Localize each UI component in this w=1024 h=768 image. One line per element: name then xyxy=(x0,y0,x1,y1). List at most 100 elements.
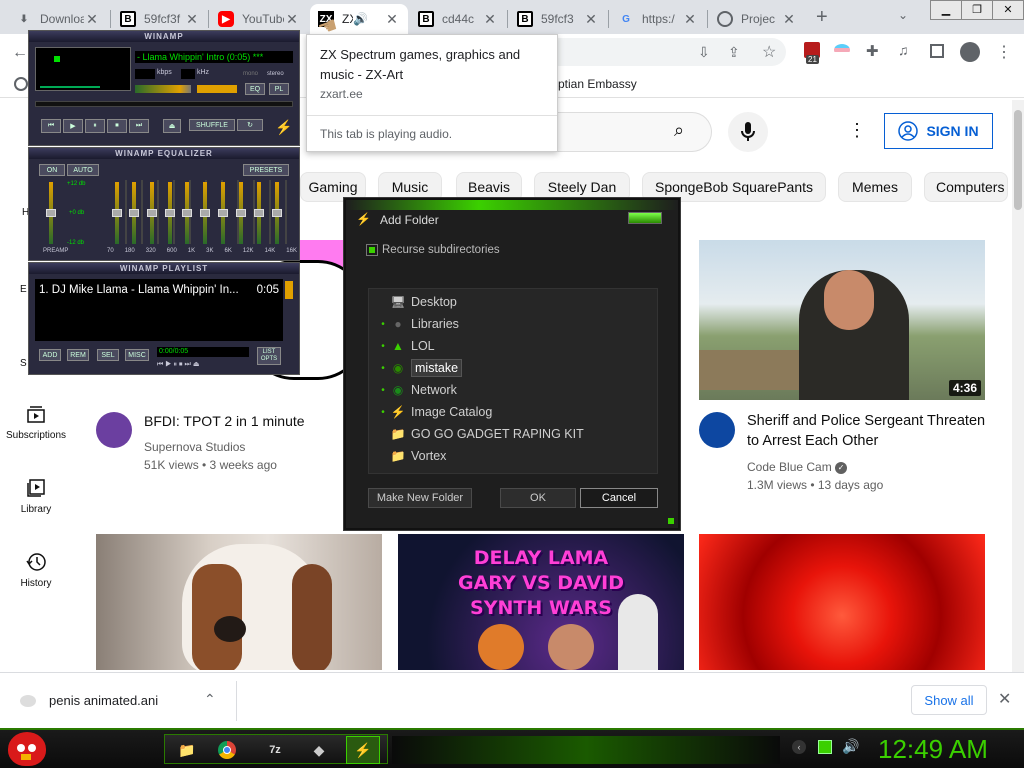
make-new-folder-button[interactable]: Make New Folder xyxy=(368,488,472,508)
close-window-button[interactable]: ✕ xyxy=(992,1,1023,19)
slider-knob[interactable] xyxy=(200,209,210,217)
slider-knob[interactable] xyxy=(272,209,282,217)
stop-icon[interactable]: ⏹ xyxy=(107,119,127,133)
playlist-list-opts-button[interactable]: LIST OPTS xyxy=(257,347,281,365)
tree-item-libraries[interactable]: • ● Libraries xyxy=(377,313,647,335)
close-icon[interactable]: ✕ xyxy=(184,11,200,28)
close-icon[interactable]: ✕ xyxy=(482,11,498,28)
resize-grip[interactable] xyxy=(668,518,674,524)
youtube-settings-icon[interactable]: ⋮ xyxy=(848,120,866,141)
winamp-volume-slider[interactable] xyxy=(135,85,191,93)
close-icon[interactable]: ✕ xyxy=(682,11,698,28)
folder-tree[interactable]: 🖥 Desktop • ● Libraries • ▲ LOL • ◉ mistake • ◉ Netwo… xyxy=(368,288,658,474)
video-thumbnail-sheriff[interactable]: 4:36 xyxy=(699,240,985,400)
bookmark-star-icon[interactable]: ☆ xyxy=(762,42,776,62)
eq-band-slider[interactable] xyxy=(200,182,210,244)
tree-item-network[interactable]: • ◉ Network xyxy=(377,379,647,401)
slider-knob[interactable] xyxy=(147,209,157,217)
tray-expand-icon[interactable]: ‹ xyxy=(792,740,806,754)
channel-avatar[interactable] xyxy=(699,412,735,448)
browser-menu-icon[interactable]: ⋮ xyxy=(996,42,1012,62)
eq-band-slider[interactable] xyxy=(112,182,122,244)
tree-item-desktop[interactable]: 🖥 Desktop xyxy=(377,291,647,313)
playlist-rem-button[interactable]: REM xyxy=(67,349,89,361)
chip-computers[interactable]: Computers xyxy=(924,172,1008,202)
new-tab-button[interactable]: + xyxy=(816,6,828,29)
file-explorer-icon[interactable]: 📁 xyxy=(170,736,204,764)
globe-bookmark-icon[interactable] xyxy=(14,77,28,91)
side-panel-icon[interactable] xyxy=(930,44,944,58)
next-icon[interactable]: ⏭ xyxy=(129,119,149,133)
channel-name[interactable]: Supernova Studios xyxy=(144,438,245,456)
eq-band-slider[interactable] xyxy=(254,182,264,244)
back-icon[interactable]: ← xyxy=(12,44,28,62)
bookmark-item[interactable]: ptian Embassy xyxy=(558,77,637,91)
eq-band-slider[interactable] xyxy=(218,182,228,244)
show-all-button[interactable]: Show all xyxy=(911,685,987,715)
speaker-icon[interactable]: 🔊 xyxy=(353,12,368,26)
extensions-puzzle-icon[interactable]: ✚ xyxy=(866,42,879,60)
volume-icon[interactable]: 🔊 xyxy=(842,738,859,755)
tab-search-icon[interactable]: ⌄ xyxy=(898,8,908,22)
recurse-checkbox[interactable] xyxy=(366,244,378,256)
eject-icon[interactable]: ⏏ xyxy=(163,119,181,133)
eq-band-slider[interactable] xyxy=(147,182,157,244)
close-icon[interactable]: ✕ xyxy=(284,11,300,28)
chrome-icon[interactable] xyxy=(210,736,244,764)
cancel-button[interactable]: Cancel xyxy=(580,488,658,508)
pause-icon[interactable]: ⏸ xyxy=(85,119,105,133)
tree-item-vortex[interactable]: 📁 Vortex xyxy=(377,445,647,467)
slider-knob[interactable] xyxy=(129,209,139,217)
voice-search-button[interactable] xyxy=(728,112,768,152)
eq-band-slider[interactable] xyxy=(129,182,139,244)
playlist-misc-button[interactable]: MISC xyxy=(125,349,149,361)
eq-auto-button[interactable]: AUTO xyxy=(67,164,99,176)
sidebar-item-library[interactable]: Library xyxy=(0,478,72,515)
eq-band-slider[interactable] xyxy=(182,182,192,244)
repeat-icon[interactable]: ↻ xyxy=(237,119,263,131)
profile-avatar[interactable] xyxy=(960,42,980,62)
video-thumbnail-dog[interactable] xyxy=(96,534,382,670)
slider-knob[interactable] xyxy=(46,209,56,217)
chip-memes[interactable]: Memes xyxy=(838,172,912,202)
tab-https[interactable]: G https:/✕ xyxy=(610,4,706,34)
start-button-angry-bird-icon[interactable] xyxy=(8,732,46,766)
tab-59fcf3[interactable]: B 59fcf3 ✕ xyxy=(509,4,607,34)
slider-knob[interactable] xyxy=(254,209,264,217)
download-menu-chevron-icon[interactable]: ⌃ xyxy=(204,691,216,708)
install-icon[interactable]: ⇩ xyxy=(698,44,710,61)
page-scrollbar[interactable] xyxy=(1012,100,1024,672)
video-title[interactable]: Sheriff and Police Sergeant Threaten to … xyxy=(747,411,987,451)
winamp-balance-slider[interactable] xyxy=(197,85,237,93)
winamp-title[interactable]: WINAMP xyxy=(29,31,299,42)
tree-item-go-go-gadget-raping-kit[interactable]: 📁 GO GO GADGET RAPING KIT xyxy=(377,423,647,445)
eq-band-slider[interactable] xyxy=(165,182,175,244)
winamp-seek-bar[interactable] xyxy=(35,101,293,107)
youtube-search-box[interactable] xyxy=(556,112,712,152)
tab-cd44c[interactable]: B cd44c ✕ xyxy=(410,4,506,34)
winamp-eq-toggle[interactable]: EQ xyxy=(245,83,265,95)
eq-presets-button[interactable]: PRESETS xyxy=(243,164,289,176)
slider-knob[interactable] xyxy=(236,209,246,217)
eq-band-slider[interactable] xyxy=(272,182,282,244)
playlist-sel-button[interactable]: SEL xyxy=(97,349,119,361)
minimize-button[interactable]: ▁ xyxy=(931,1,961,19)
slider-knob[interactable] xyxy=(165,209,175,217)
download-file-name[interactable]: penis animated.ani xyxy=(49,693,158,708)
playlist-item[interactable]: 1. DJ Mike Llama - Llama Whippin' In... xyxy=(39,284,251,296)
close-icon[interactable]: ✕ xyxy=(781,11,797,28)
media-control-icon[interactable]: ♫ xyxy=(898,42,909,58)
flag-extension-icon[interactable] xyxy=(834,44,850,56)
search-icon[interactable]: ⌕ xyxy=(674,120,684,141)
tree-item-mistake[interactable]: • ◉ mistake xyxy=(377,357,647,379)
tree-item-image-catalog[interactable]: • ⚡ Image Catalog xyxy=(377,401,647,423)
tab-project[interactable]: Projec ✕ xyxy=(709,4,805,34)
play-icon[interactable]: ▶ xyxy=(63,119,83,133)
eq-on-button[interactable]: ON xyxy=(39,164,65,176)
omnibox[interactable] xyxy=(556,38,786,66)
winamp-pl-toggle[interactable]: PL xyxy=(269,83,289,95)
slider-knob[interactable] xyxy=(112,209,122,217)
previous-icon[interactable]: ⏮ xyxy=(41,119,61,133)
channel-name[interactable]: Code Blue Cam ✓ xyxy=(747,458,848,476)
ok-button[interactable]: OK xyxy=(500,488,576,508)
